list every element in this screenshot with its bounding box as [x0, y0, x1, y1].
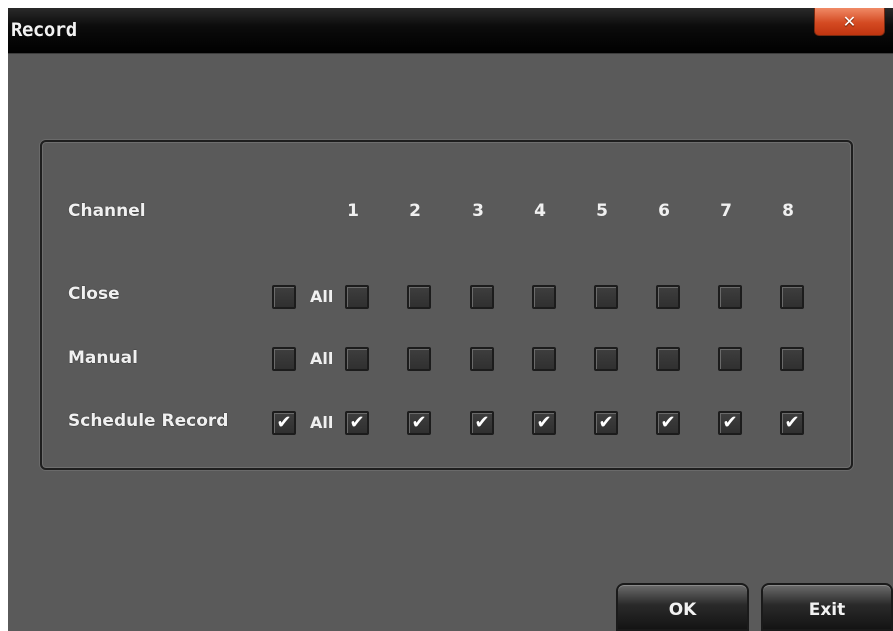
- checkmark-icon: ✔: [411, 412, 427, 433]
- channel-number: 6: [658, 201, 670, 221]
- title-bar: Record: [8, 8, 893, 54]
- channel-number: 7: [720, 201, 732, 221]
- schedule-record-channel-checkbox[interactable]: ✔: [470, 411, 494, 435]
- manual-all-checkbox[interactable]: [272, 347, 296, 371]
- close-button[interactable]: ✕: [814, 8, 885, 36]
- manual-channel-checkbox[interactable]: [656, 347, 680, 371]
- checkmark-icon: ✔: [660, 412, 676, 433]
- close-channel-checkbox[interactable]: [470, 285, 494, 309]
- manual-channel-checkbox[interactable]: [594, 347, 618, 371]
- schedule-record-channel-checkbox[interactable]: ✔: [594, 411, 618, 435]
- schedule-record-channel-checkbox[interactable]: ✔: [407, 411, 431, 435]
- close-channel-checkbox[interactable]: [594, 285, 618, 309]
- close-channel-checkbox[interactable]: [345, 285, 369, 309]
- close-channel-checkbox[interactable]: [407, 285, 431, 309]
- manual-channel-checkbox[interactable]: [345, 347, 369, 371]
- channel-number: 4: [534, 201, 546, 221]
- all-label: All: [310, 413, 334, 432]
- channel-label: Channel: [68, 201, 146, 221]
- manual-channel-checkbox[interactable]: [407, 347, 431, 371]
- checkmark-icon: ✔: [784, 412, 800, 433]
- close-channel-checkbox[interactable]: [780, 285, 804, 309]
- manual-channel-checkbox[interactable]: [718, 347, 742, 371]
- close-all-checkbox[interactable]: [272, 285, 296, 309]
- row-label-manual: Manual: [68, 348, 138, 368]
- ok-button[interactable]: OK: [616, 583, 749, 631]
- checkmark-icon: ✔: [536, 412, 552, 433]
- row-label-schedule-record: Schedule Record: [68, 411, 229, 431]
- close-channel-checkbox[interactable]: [656, 285, 680, 309]
- close-icon: ✕: [842, 12, 857, 31]
- checkmark-icon: ✔: [722, 412, 738, 433]
- window-title: Record: [11, 19, 77, 41]
- close-channel-checkbox[interactable]: [532, 285, 556, 309]
- exit-button[interactable]: Exit: [761, 583, 893, 631]
- checkmark-icon: ✔: [474, 412, 490, 433]
- checkmark-icon: ✔: [349, 412, 365, 433]
- checkmark-icon: ✔: [598, 412, 614, 433]
- schedule-record-channel-checkbox[interactable]: ✔: [532, 411, 556, 435]
- manual-channel-checkbox[interactable]: [532, 347, 556, 371]
- channel-number: 5: [596, 201, 608, 221]
- all-label: All: [310, 287, 334, 306]
- channel-number: 1: [347, 201, 359, 221]
- all-label: All: [310, 349, 334, 368]
- schedule-record-all-checkbox[interactable]: ✔: [272, 411, 296, 435]
- row-label-close: Close: [68, 284, 120, 304]
- channel-number: 2: [409, 201, 421, 221]
- channel-number: 3: [472, 201, 484, 221]
- schedule-record-channel-checkbox[interactable]: ✔: [345, 411, 369, 435]
- manual-channel-checkbox[interactable]: [780, 347, 804, 371]
- schedule-record-channel-checkbox[interactable]: ✔: [656, 411, 680, 435]
- schedule-record-channel-checkbox[interactable]: ✔: [780, 411, 804, 435]
- close-channel-checkbox[interactable]: [718, 285, 742, 309]
- manual-channel-checkbox[interactable]: [470, 347, 494, 371]
- channel-number: 8: [782, 201, 794, 221]
- schedule-record-channel-checkbox[interactable]: ✔: [718, 411, 742, 435]
- checkmark-icon: ✔: [276, 412, 292, 433]
